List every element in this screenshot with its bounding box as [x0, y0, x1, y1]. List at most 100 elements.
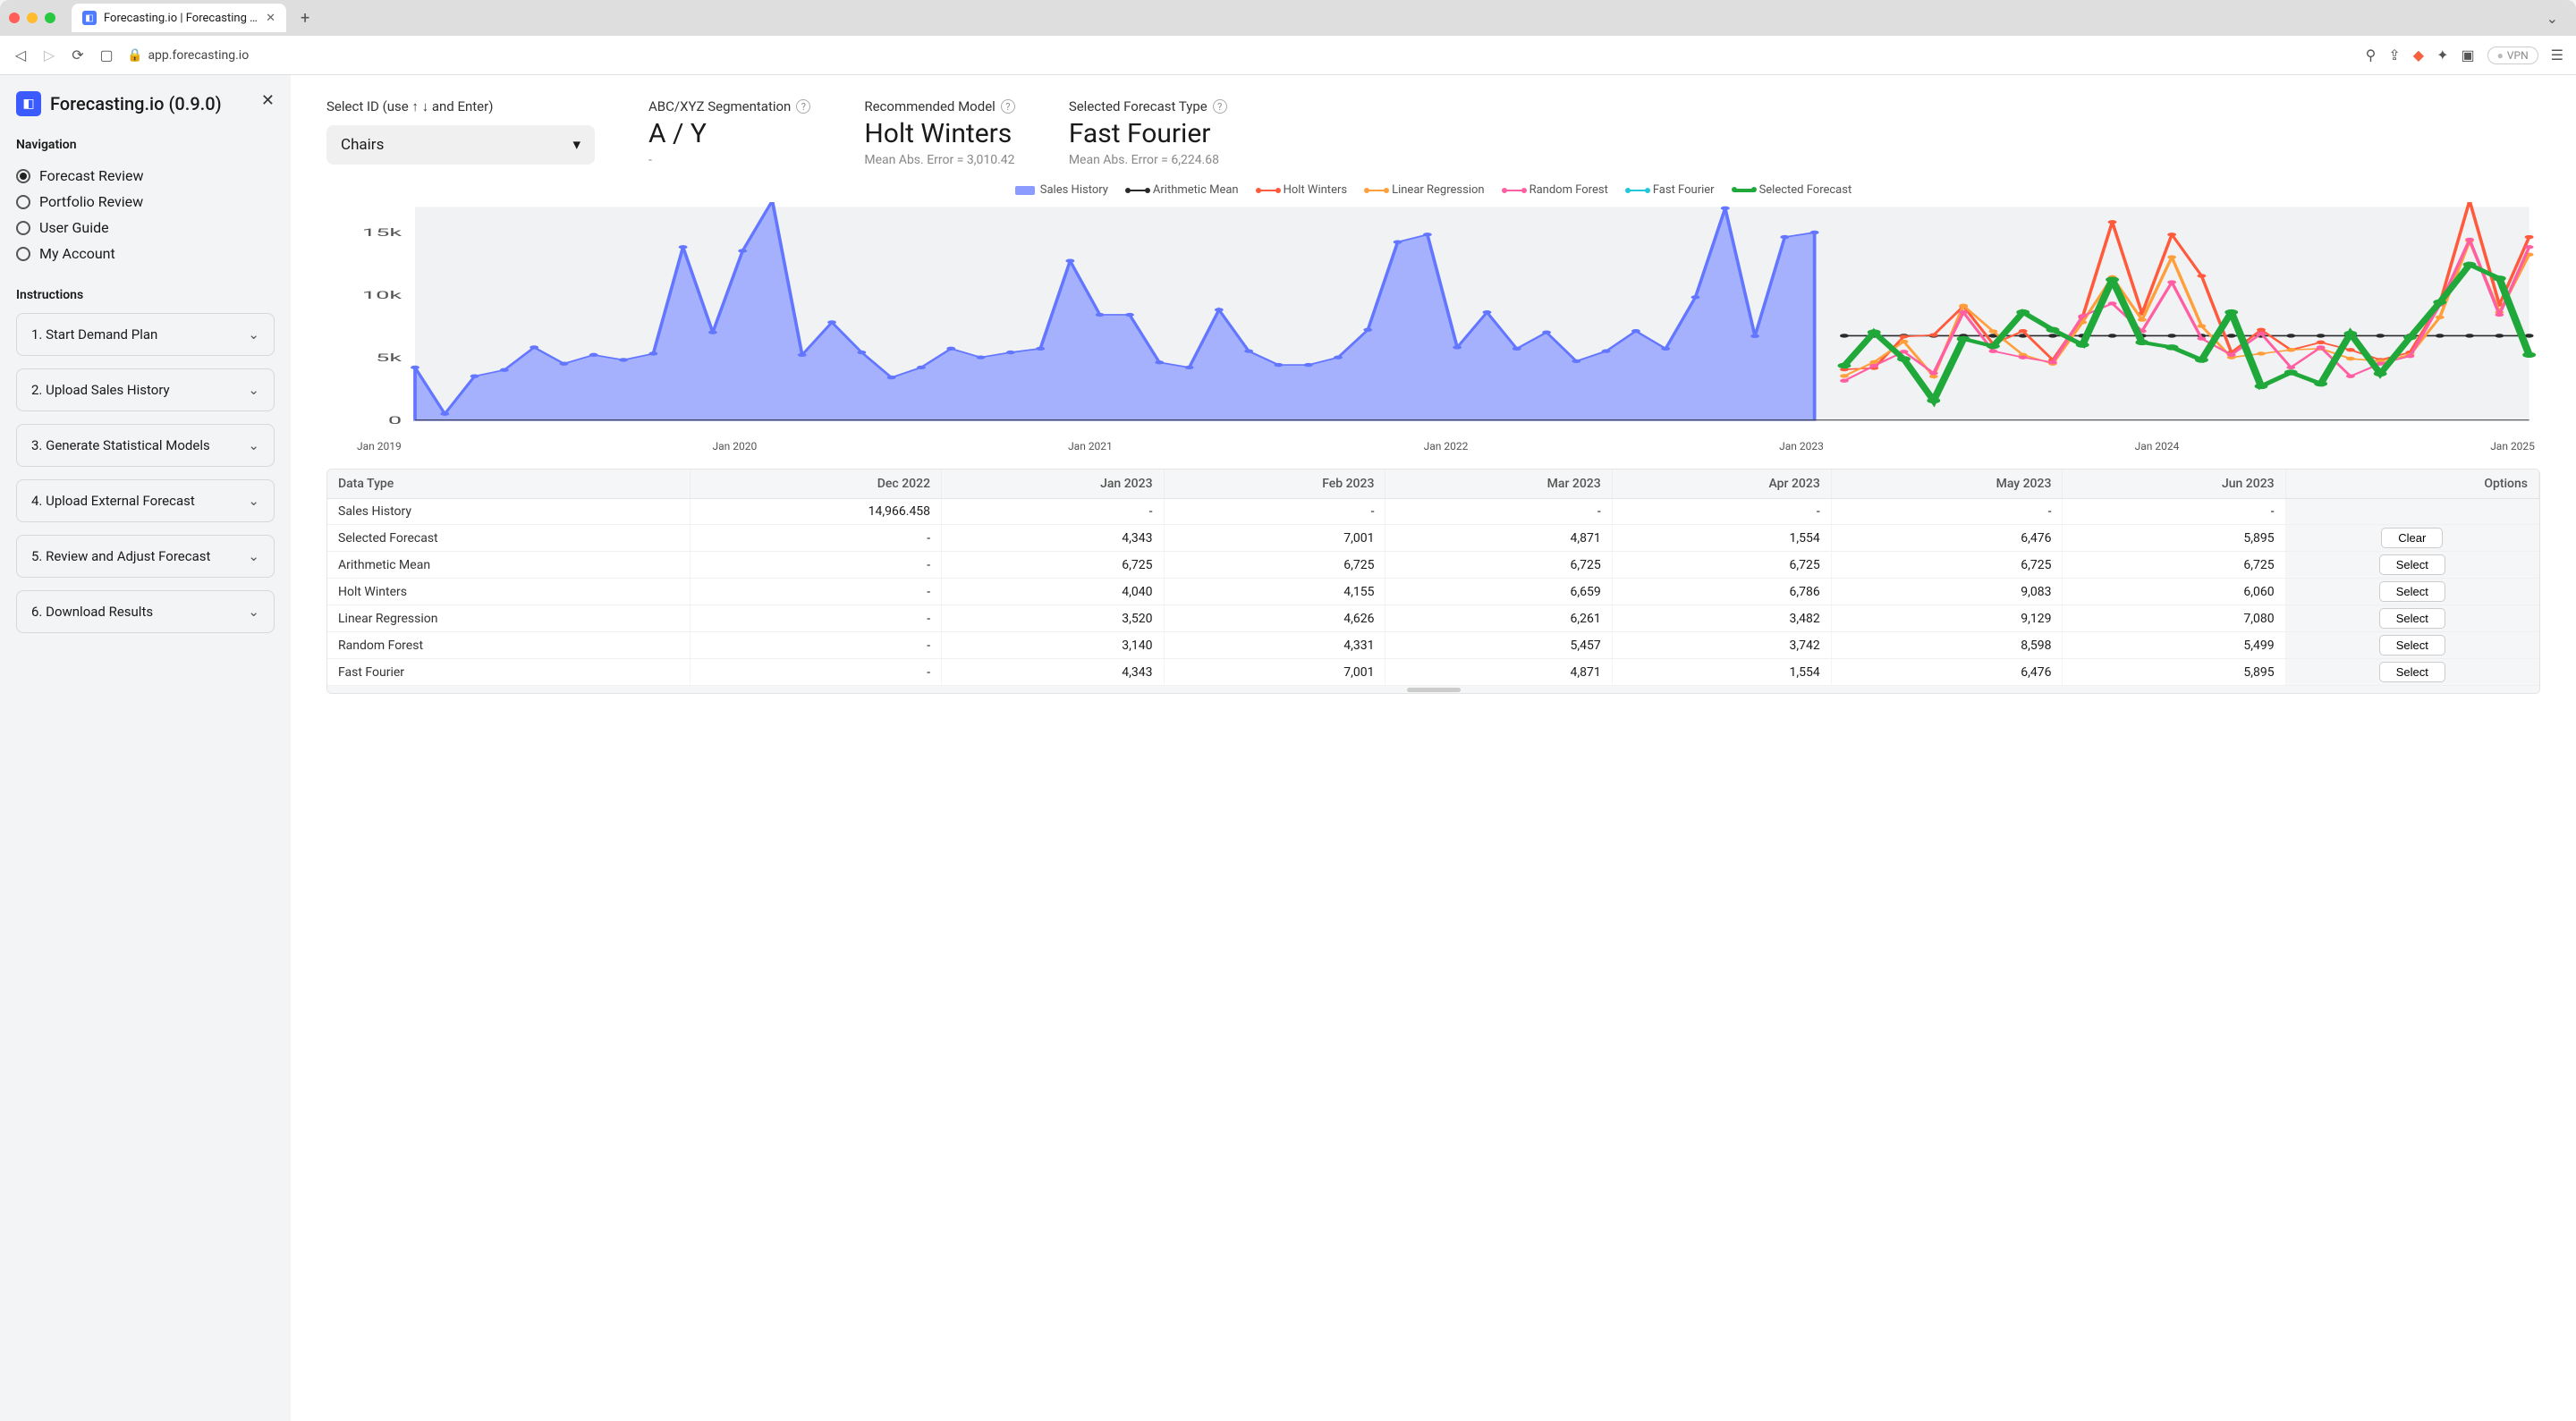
horizontal-scrollbar[interactable] — [327, 686, 2539, 693]
accordion-item[interactable]: 5. Review and Adjust Forecast⌄ — [16, 535, 275, 578]
help-icon[interactable]: ? — [1001, 99, 1015, 114]
nav-item[interactable]: My Account — [16, 241, 275, 266]
table-cell: - — [2063, 499, 2285, 525]
new-tab-button[interactable]: + — [293, 9, 317, 28]
table-cell: 3,140 — [942, 632, 1164, 659]
accordion-item[interactable]: 4. Upload External Forecast⌄ — [16, 479, 275, 522]
legend-item[interactable]: Holt Winters — [1258, 183, 1347, 197]
options-cell: Select — [2285, 632, 2538, 659]
legend-item[interactable]: Linear Regression — [1367, 183, 1485, 197]
table-cell: 4,155 — [1164, 579, 1385, 605]
row-label: Holt Winters — [327, 579, 690, 605]
row-label: Arithmetic Mean — [327, 552, 690, 579]
url-text: app.forecasting.io — [148, 48, 249, 63]
legend-item[interactable]: Fast Fourier — [1628, 183, 1715, 197]
legend-item[interactable]: Sales History — [1015, 183, 1108, 197]
accordion-list: 1. Start Demand Plan⌄ 2. Upload Sales His… — [16, 313, 275, 633]
table-row: Holt Winters-4,0404,1556,6596,7869,0836,… — [327, 579, 2539, 605]
tab-bar: ◧ Forecasting.io | Forecasting and ✕ + ⌄ — [0, 0, 2576, 36]
share-icon[interactable]: ⇪ — [2388, 47, 2400, 63]
maximize-window-icon[interactable] — [45, 13, 55, 23]
accordion-label: 2. Upload Sales History — [31, 382, 170, 398]
table-cell[interactable]: 7,001 — [1164, 525, 1385, 552]
table-cell[interactable]: 5,895 — [2063, 525, 2285, 552]
select-button[interactable]: Select — [2379, 662, 2445, 682]
minimize-window-icon[interactable] — [27, 13, 38, 23]
clear-button[interactable]: Clear — [2381, 528, 2443, 548]
table-cell: 6,786 — [1612, 579, 1831, 605]
vpn-badge[interactable]: ●VPN — [2487, 47, 2538, 64]
key-icon[interactable]: ⚲ — [2366, 47, 2377, 63]
header-row: Select ID (use ↑ ↓ and Enter) Chairs ▾ A… — [326, 98, 2540, 167]
tabs-dropdown-icon[interactable]: ⌄ — [2546, 10, 2567, 27]
table-cell: 6,659 — [1385, 579, 1612, 605]
svg-text:0: 0 — [388, 415, 402, 427]
accordion-item[interactable]: 3. Generate Statistical Models⌄ — [16, 424, 275, 467]
table-cell: 5,895 — [2063, 659, 2285, 686]
pip-icon[interactable]: ▣ — [2462, 47, 2475, 63]
main-content: Select ID (use ↑ ↓ and Enter) Chairs ▾ A… — [291, 75, 2576, 1421]
browser-tab[interactable]: ◧ Forecasting.io | Forecasting and ✕ — [72, 4, 286, 32]
address-bar[interactable]: 🔒 app.forecasting.io — [127, 48, 2353, 63]
back-button[interactable]: ◁ — [13, 47, 29, 63]
url-bar: ◁ ▷ ⟳ ▢ 🔒 app.forecasting.io ⚲ ⇪ ◆ ✦ ▣ ●… — [0, 36, 2576, 75]
row-label: Sales History — [327, 499, 690, 525]
table-cell: 7,080 — [2063, 605, 2285, 632]
legend-swatch-icon — [1504, 190, 1524, 191]
brave-icon[interactable]: ◆ — [2413, 47, 2424, 63]
browser-chrome: ◧ Forecasting.io | Forecasting and ✕ + ⌄… — [0, 0, 2576, 75]
nav-item[interactable]: User Guide — [16, 215, 275, 241]
legend-item[interactable]: Arithmetic Mean — [1128, 183, 1239, 197]
nav-item-label: Forecast Review — [39, 167, 144, 184]
table-cell: 4,343 — [942, 659, 1164, 686]
tab-title: Forecasting.io | Forecasting and — [104, 12, 258, 25]
table-cell[interactable]: 1,554 — [1612, 525, 1831, 552]
table-header: Apr 2023 — [1612, 469, 1831, 499]
tab-close-icon[interactable]: ✕ — [266, 12, 275, 25]
legend-label: Sales History — [1040, 183, 1108, 197]
reload-button[interactable]: ⟳ — [70, 47, 86, 63]
close-window-icon[interactable] — [9, 13, 20, 23]
chevron-down-icon: ⌄ — [248, 437, 259, 453]
toolbar-right: ⚲ ⇪ ◆ ✦ ▣ ●VPN ☰ — [2366, 47, 2563, 64]
select-button[interactable]: Select — [2379, 608, 2445, 629]
table-cell[interactable]: - — [690, 525, 941, 552]
sidebar-close-icon[interactable]: ✕ — [261, 91, 275, 110]
forward-button[interactable]: ▷ — [41, 47, 57, 63]
menu-icon[interactable]: ☰ — [2551, 47, 2563, 63]
table-cell: 6,060 — [2063, 579, 2285, 605]
extensions-icon[interactable]: ✦ — [2436, 47, 2448, 63]
legend-item[interactable]: Random Forest — [1504, 183, 1608, 197]
xaxis-tick: Jan 2021 — [1068, 440, 1113, 453]
app-title: Forecasting.io (0.9.0) — [50, 93, 222, 114]
table-cell[interactable]: 4,871 — [1385, 525, 1612, 552]
chart-xaxis: Jan 2019Jan 2020Jan 2021Jan 2022Jan 2023… — [326, 440, 2540, 453]
app-title-row: ◧ Forecasting.io (0.9.0) — [16, 91, 275, 116]
legend-swatch-icon — [1015, 186, 1035, 195]
select-id-dropdown[interactable]: Chairs ▾ — [326, 125, 595, 165]
forecast-table: Data TypeDec 2022Jan 2023Feb 2023Mar 202… — [326, 469, 2540, 694]
nav-item-label: User Guide — [39, 219, 109, 236]
help-icon[interactable]: ? — [796, 99, 810, 114]
nav-item[interactable]: Portfolio Review — [16, 189, 275, 215]
accordion-label: 4. Upload External Forecast — [31, 493, 195, 509]
table-cell[interactable]: 4,343 — [942, 525, 1164, 552]
select-button[interactable]: Select — [2379, 635, 2445, 656]
nav-item[interactable]: Forecast Review — [16, 163, 275, 189]
table-cell: 3,520 — [942, 605, 1164, 632]
accordion-item[interactable]: 2. Upload Sales History ⌄ — [16, 368, 275, 411]
chevron-down-icon: ⌄ — [248, 382, 259, 398]
select-button[interactable]: Select — [2379, 554, 2445, 575]
bookmark-icon[interactable]: ▢ — [98, 47, 114, 63]
accordion-item[interactable]: 6. Download Results⌄ — [16, 590, 275, 633]
table-cell: 3,482 — [1612, 605, 1831, 632]
select-button[interactable]: Select — [2379, 581, 2445, 602]
table-cell: 1,554 — [1612, 659, 1831, 686]
legend-item[interactable]: Selected Forecast — [1734, 183, 1852, 197]
table-header: Feb 2023 — [1164, 469, 1385, 499]
help-icon[interactable]: ? — [1213, 99, 1227, 114]
table-cell[interactable]: 6,476 — [1831, 525, 2063, 552]
accordion-item[interactable]: 1. Start Demand Plan⌄ — [16, 313, 275, 356]
chevron-down-icon: ⌄ — [248, 548, 259, 564]
options-cell: Select — [2285, 552, 2538, 579]
